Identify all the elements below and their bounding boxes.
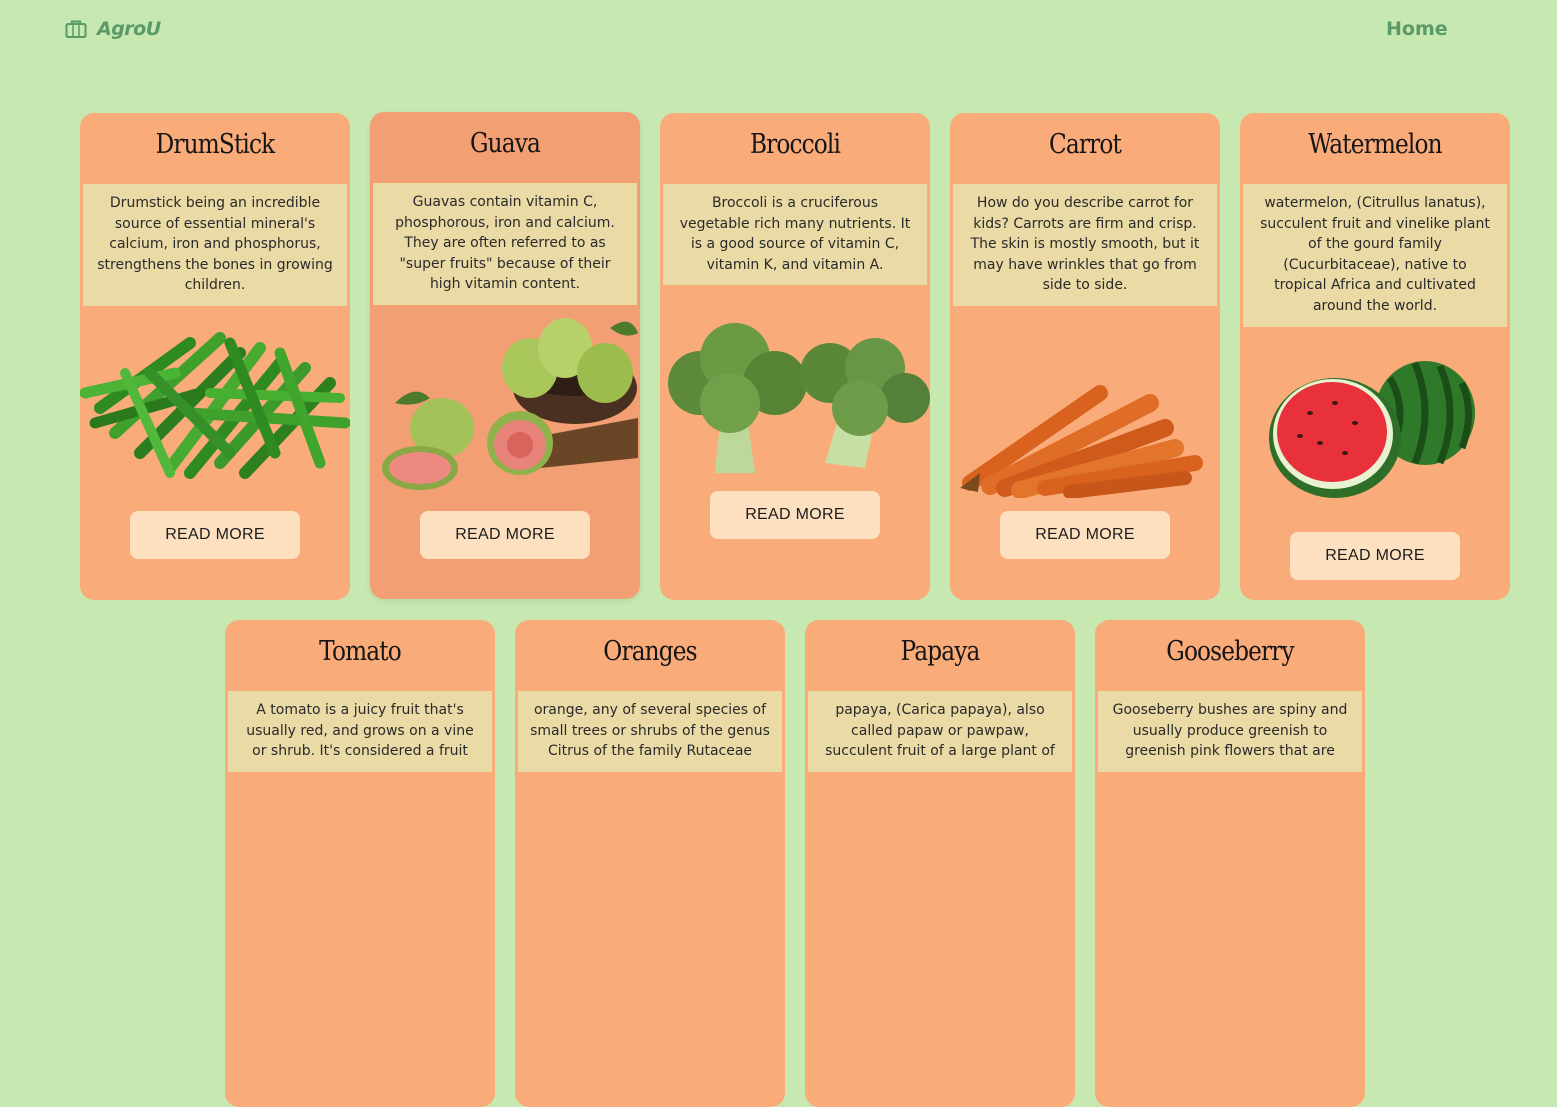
- card-title: Gooseberry: [1166, 636, 1294, 667]
- read-more-button[interactable]: READ MORE: [420, 511, 590, 559]
- card-guava: Guava Guavas contain vitamin C, phosphor…: [370, 112, 640, 599]
- card-title: Guava: [469, 128, 541, 159]
- card-description: Guavas contain vitamin C, phosphorous, i…: [373, 183, 637, 305]
- drumstick-image: [80, 332, 350, 479]
- card-tomato: Tomato A tomato is a juicy fruit that's …: [225, 620, 495, 1107]
- card-description: orange, any of several species of small …: [518, 691, 782, 772]
- card-title: DrumStick: [155, 129, 276, 160]
- guava-image: [382, 318, 638, 490]
- read-more-button[interactable]: READ MORE: [710, 491, 880, 539]
- card-title: Tomato: [319, 636, 402, 667]
- read-more-button[interactable]: READ MORE: [1290, 532, 1460, 580]
- card-gooseberry: Gooseberry Gooseberry bushes are spiny a…: [1095, 620, 1365, 1107]
- card-description: Broccoli is a cruciferous vegetable rich…: [663, 184, 927, 286]
- card-title: Watermelon: [1308, 129, 1442, 160]
- card-description: watermelon, (Citrullus lanatus), succule…: [1243, 184, 1507, 327]
- card-carrot: Carrot How do you describe carrot for ki…: [950, 113, 1220, 600]
- card-title: Papaya: [900, 636, 981, 667]
- briefcase-icon: [65, 20, 87, 38]
- card-description: Gooseberry bushes are spiny and usually …: [1098, 691, 1362, 772]
- watermelon-image: [1269, 361, 1475, 498]
- card-broccoli: Broccoli Broccoli is a cruciferous veget…: [660, 113, 930, 600]
- card-oranges: Oranges orange, any of several species o…: [515, 620, 785, 1107]
- card-papaya: Papaya papaya, (Carica papaya), also cal…: [805, 620, 1075, 1107]
- card-description: Drumstick being an incredible source of …: [83, 184, 347, 306]
- brand-name: AgroU: [97, 18, 161, 40]
- brand-link[interactable]: AgroU: [65, 18, 161, 40]
- nav-home-link[interactable]: Home: [1386, 18, 1448, 40]
- card-title: Carrot: [1049, 129, 1122, 160]
- card-description: papaya, (Carica papaya), also called pap…: [808, 691, 1072, 772]
- broccoli-image: [668, 323, 930, 473]
- card-description: How do you describe carrot for kids? Car…: [953, 184, 1217, 306]
- carrot-image: [960, 385, 1203, 498]
- card-title: Broccoli: [749, 129, 841, 160]
- navbar: AgroU Home: [0, 0, 1557, 64]
- card-description: A tomato is a juicy fruit that's usually…: [228, 691, 492, 772]
- card-drumstick: DrumStick Drumstick being an incredible …: [80, 113, 350, 600]
- card-title: Oranges: [603, 636, 697, 667]
- read-more-button[interactable]: READ MORE: [1000, 511, 1170, 559]
- card-watermelon: Watermelon watermelon, (Citrullus lanatu…: [1240, 113, 1510, 600]
- read-more-button[interactable]: READ MORE: [130, 511, 300, 559]
